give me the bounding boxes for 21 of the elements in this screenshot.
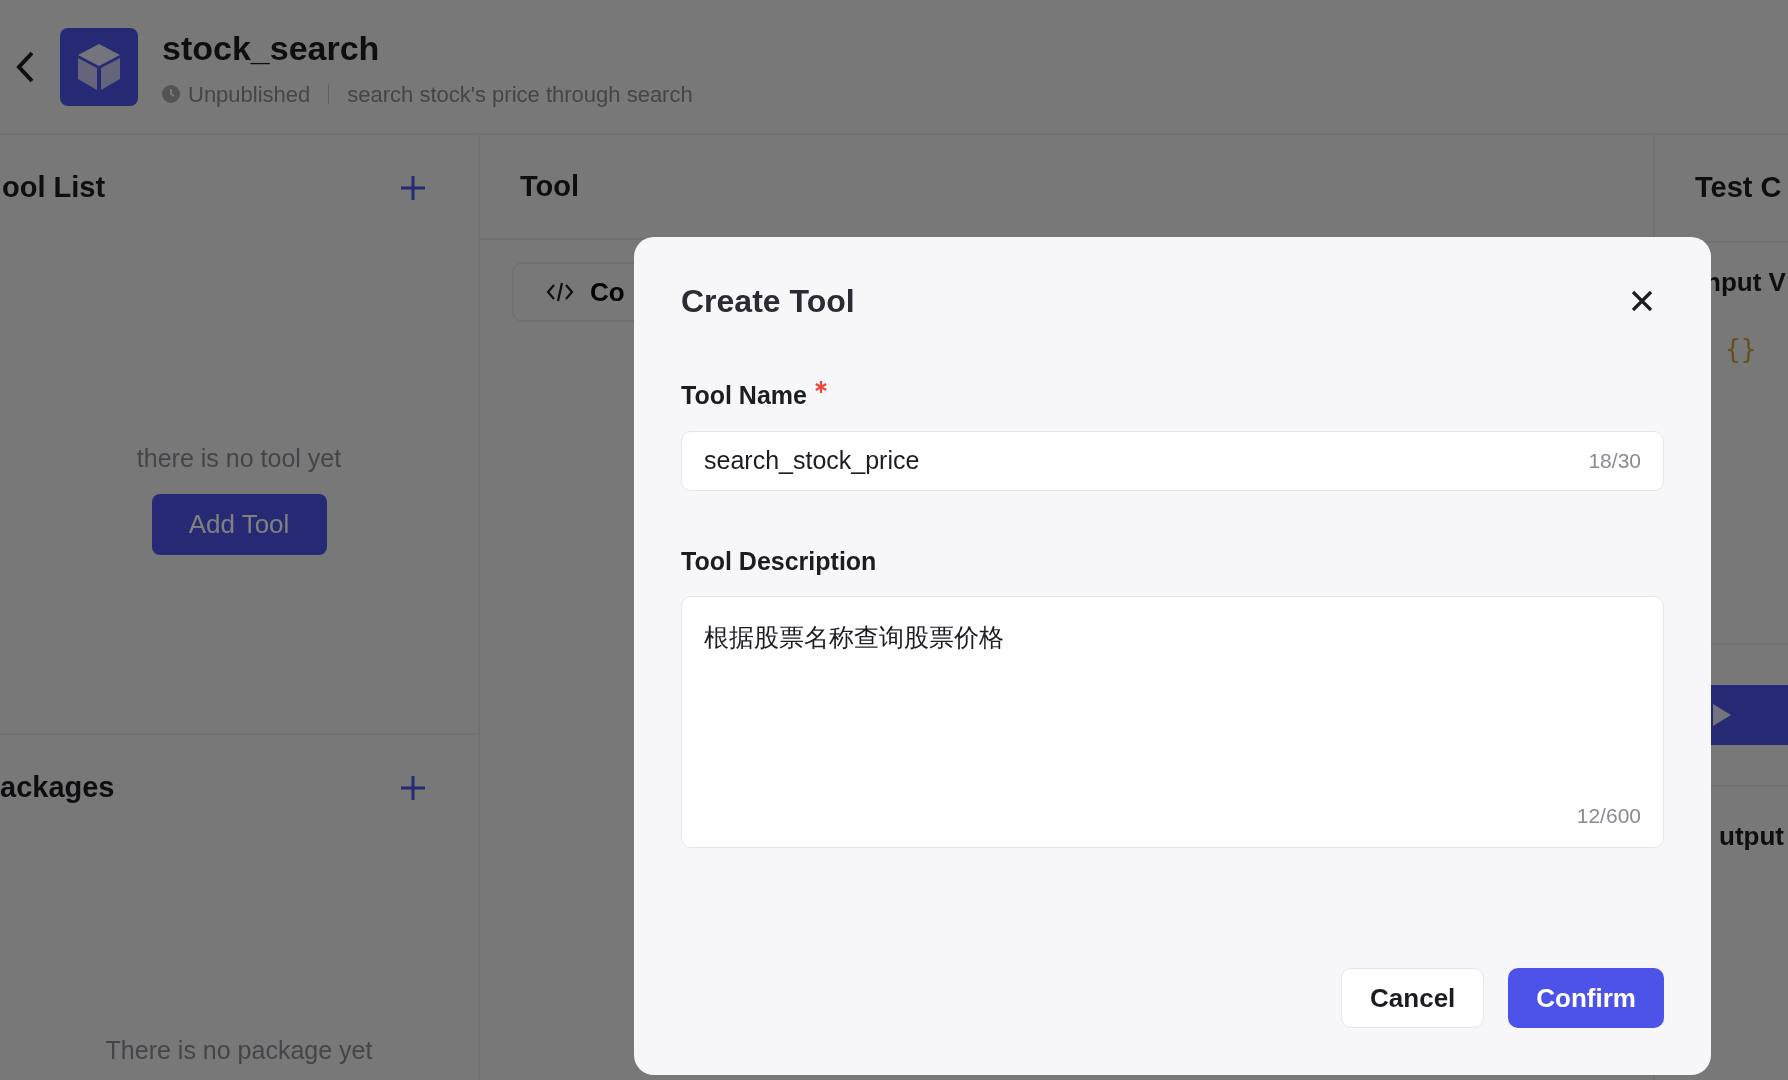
- cube-logo-icon: [60, 27, 138, 106]
- character-counter: 12/600: [1576, 802, 1641, 829]
- json-value: {}: [1725, 333, 1757, 366]
- description-text-area[interactable]: 根据股票名称查询股票价格 12/600: [681, 596, 1664, 848]
- clock-icon: [162, 85, 180, 103]
- app-title: stock_search: [162, 27, 381, 69]
- section-title: ackages: [0, 769, 115, 805]
- character-counter: 18/30: [1588, 447, 1641, 474]
- code-icon: [546, 281, 574, 303]
- confirm-button[interactable]: Confirm: [1508, 968, 1664, 1028]
- plus-icon[interactable]: [400, 774, 426, 801]
- field-label: Tool Name: [681, 380, 807, 411]
- output-label: utput: [1718, 820, 1785, 853]
- plus-icon[interactable]: [400, 174, 426, 201]
- panel-title: Test C: [1695, 170, 1782, 206]
- cancel-button[interactable]: Cancel: [1341, 968, 1485, 1028]
- name-input-field[interactable]: search_stock_price 18/30: [681, 430, 1664, 491]
- field-label: Tool Description: [681, 545, 877, 577]
- back-icon[interactable]: [14, 49, 36, 84]
- panel-title: Tool: [520, 168, 580, 204]
- section-title: ool List: [2, 169, 106, 205]
